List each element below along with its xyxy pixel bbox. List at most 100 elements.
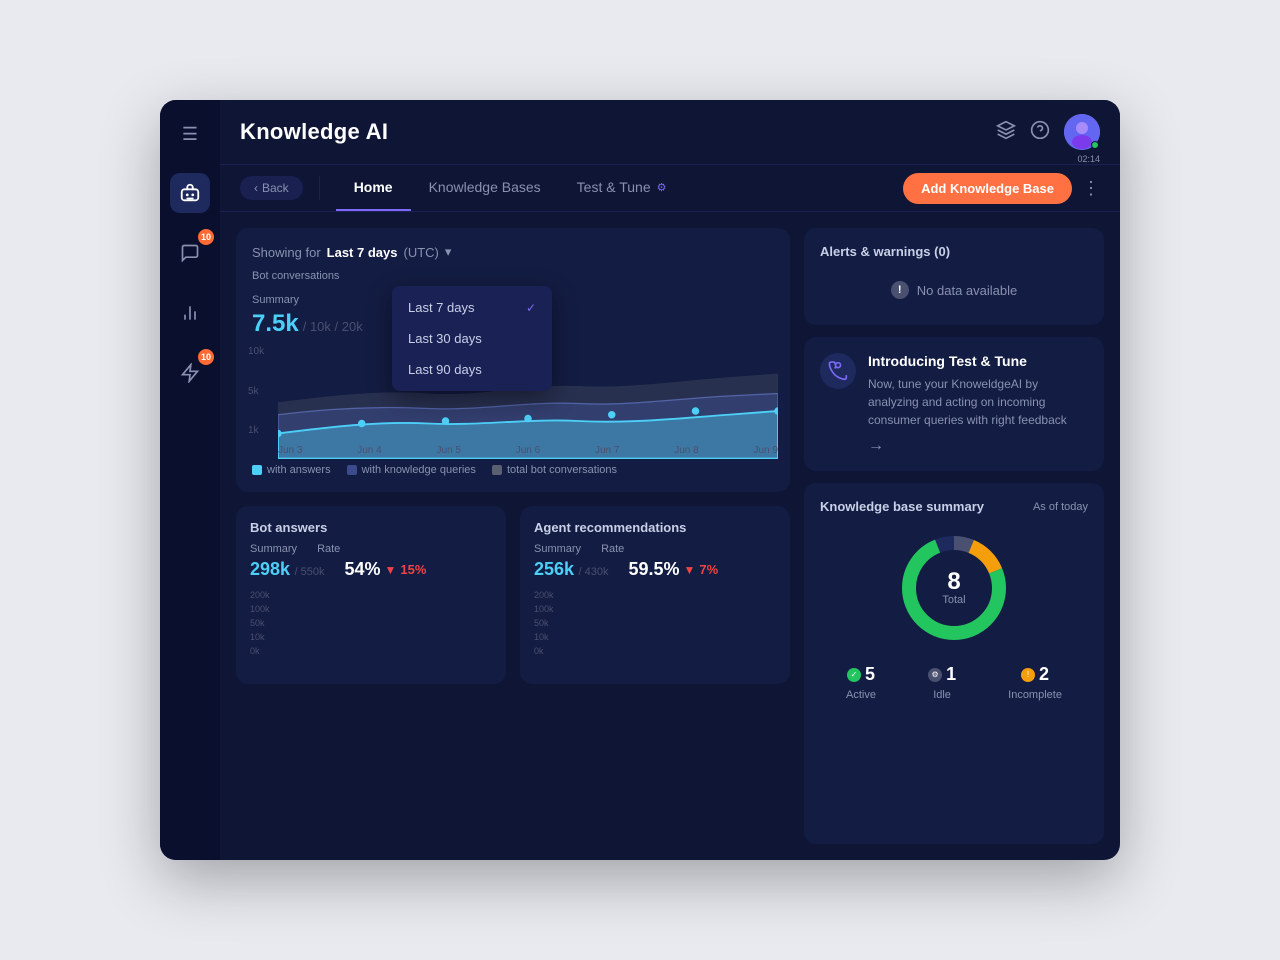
ar-y-labels: 200k 100k 50k 10k 0k <box>534 590 554 656</box>
legend-answers-label: with answers <box>267 464 331 476</box>
kb-stat-incomplete: ! 2 Incomplete <box>1008 664 1062 701</box>
avatar-time: 02:14 <box>1077 154 1100 164</box>
kb-idle-header: ⚙ 1 <box>928 664 956 685</box>
header-right: 02:14 <box>996 114 1100 150</box>
ar-sub: / 430k <box>579 566 609 578</box>
kb-summary-title: Knowledge base summary <box>820 499 984 514</box>
bot-answers-labels: Summary Rate <box>250 543 492 555</box>
hamburger-menu[interactable]: ☰ <box>174 116 206 153</box>
ba-sub: / 550k <box>295 566 325 578</box>
period-dropdown: Last 7 days ✓ Last 30 days Last 90 days <box>392 286 552 391</box>
tab-home[interactable]: Home <box>336 165 411 211</box>
chart-legend: with answers with knowledge queries tota… <box>252 464 774 476</box>
layers-icon[interactable] <box>996 120 1016 145</box>
tune-content: Introducing Test & Tune Now, tune your K… <box>868 353 1088 455</box>
tune-description: Now, tune your KnoweldgeAI by analyzing … <box>868 375 1088 429</box>
showing-for-label: Showing for Last 7 days (UTC) ▾ <box>252 244 451 260</box>
bot-answers-values: 298k / 550k 54% ▼ 15% <box>250 559 492 580</box>
ba-bars <box>286 590 492 656</box>
utc-label: (UTC) <box>403 245 438 260</box>
nav-bar: ‹ Back Home Knowledge Bases Test & Tune … <box>220 165 1120 212</box>
nav-divider <box>319 176 320 200</box>
incomplete-label: Incomplete <box>1008 689 1062 701</box>
agent-rec-values: 256k / 430k 59.5% ▼ 7% <box>534 559 776 580</box>
main-area: Knowledge AI <box>220 100 1120 860</box>
bot-conv-card-title: Bot conversations <box>252 270 339 282</box>
ba-rate-down: ▼ <box>385 563 397 577</box>
kb-active-header: ✓ 5 <box>847 664 875 685</box>
chat-badge: 10 <box>198 229 214 245</box>
agent-recommendations-card: Agent recommendations Summary Rate 256k … <box>520 506 790 684</box>
chart-y-labels: 10k 5k 1k <box>248 346 264 436</box>
avatar-container[interactable]: 02:14 <box>1064 114 1100 150</box>
ar-summary-label: Summary <box>534 543 581 555</box>
agent-rec-labels: Summary Rate <box>534 543 776 555</box>
tune-arrow-link[interactable]: → <box>868 437 1088 455</box>
tab-knowledge-bases-label: Knowledge Bases <box>429 179 541 195</box>
kb-stats-row: ✓ 5 Active ⚙ 1 Idle <box>820 664 1088 701</box>
avatar-online-status <box>1091 141 1099 149</box>
kb-summary-card: Knowledge base summary As of today <box>804 483 1104 844</box>
showing-for-text: Showing for <box>252 245 321 260</box>
ba-summary-val: 298k / 550k <box>250 559 324 580</box>
tune-icon-small: ⚙ <box>657 181 667 194</box>
kb-stat-active: ✓ 5 Active <box>846 664 876 701</box>
bot-conv-summary-value: 7.5k / 10k / 20k <box>252 310 363 338</box>
kb-stat-idle: ⚙ 1 Idle <box>928 664 956 701</box>
alerts-card: Alerts & warnings (0) ! No data availabl… <box>804 228 1104 325</box>
kb-summary-date: As of today <box>1033 501 1088 513</box>
nav-actions: Add Knowledge Base ⋮ <box>903 173 1100 204</box>
donut-chart: 8 Total <box>894 528 1014 648</box>
ar-summary-val: 256k / 430k <box>534 559 608 580</box>
sidebar-item-analytics[interactable] <box>170 293 210 333</box>
kb-summary-header: Knowledge base summary As of today <box>820 499 1088 514</box>
no-data-message: ! No data available <box>820 271 1088 309</box>
chart-x-labels: Jun 3 Jun 4 Jun 5 Jun 6 Jun 7 Jun 8 Jun … <box>278 445 778 456</box>
legend-answers: with answers <box>252 464 331 476</box>
idle-label: Idle <box>933 689 951 701</box>
tune-icon <box>820 353 856 389</box>
bot-conversations-card: Showing for Last 7 days (UTC) ▾ Last 7 d… <box>236 228 790 492</box>
test-tune-card: Introducing Test & Tune Now, tune your K… <box>804 337 1104 471</box>
period-dropdown-arrow[interactable]: ▾ <box>445 244 452 260</box>
agent-rec-chart: 200k 100k 50k 10k 0k <box>534 590 776 670</box>
tab-home-label: Home <box>354 179 393 195</box>
add-knowledge-base-button[interactable]: Add Knowledge Base <box>903 173 1072 204</box>
tab-knowledge-bases[interactable]: Knowledge Bases <box>411 165 559 211</box>
alerts-title: Alerts & warnings (0) <box>820 244 1088 259</box>
more-options-button[interactable]: ⋮ <box>1082 178 1100 199</box>
donut-center: 8 Total <box>942 570 965 606</box>
sidebar-item-chat[interactable]: 10 <box>170 233 210 273</box>
sidebar-item-bot[interactable] <box>170 173 210 213</box>
legend-total-dot <box>492 465 502 475</box>
sidebar-item-actions[interactable]: 10 <box>170 353 210 393</box>
back-arrow-icon: ‹ <box>254 181 258 195</box>
tune-title: Introducing Test & Tune <box>868 353 1088 369</box>
no-data-label: No data available <box>917 283 1017 298</box>
nav-tabs: Home Knowledge Bases Test & Tune ⚙ <box>336 165 903 211</box>
donut-label: Total <box>942 594 965 606</box>
header: Knowledge AI <box>220 100 1120 165</box>
ba-rate-val: 54% ▼ 15% <box>344 559 426 580</box>
back-button[interactable]: ‹ Back <box>240 176 303 200</box>
legend-total-label: total bot conversations <box>507 464 617 476</box>
content-area: Showing for Last 7 days (UTC) ▾ Last 7 d… <box>220 212 1120 860</box>
left-panel: Showing for Last 7 days (UTC) ▾ Last 7 d… <box>236 228 790 844</box>
ar-main: 256k <box>534 559 574 579</box>
legend-knowledge-label: with knowledge queries <box>362 464 476 476</box>
donut-container: 8 Total <box>820 528 1088 648</box>
period-option-90days[interactable]: Last 90 days <box>392 354 552 385</box>
ba-summary-label: Summary <box>250 543 297 555</box>
actions-badge: 10 <box>198 349 214 365</box>
sidebar: ☰ 10 10 <box>160 100 220 860</box>
tab-test-tune[interactable]: Test & Tune ⚙ <box>559 165 685 211</box>
agent-rec-title: Agent recommendations <box>534 520 776 535</box>
period-option-30days[interactable]: Last 30 days <box>392 323 552 354</box>
help-icon[interactable] <box>1030 120 1050 145</box>
active-status-icon: ✓ <box>847 668 861 682</box>
period-option-7days[interactable]: Last 7 days ✓ <box>392 292 552 323</box>
tab-test-tune-label: Test & Tune <box>577 179 651 195</box>
active-label: Active <box>846 689 876 701</box>
bot-answers-card: Bot answers Summary Rate 298k / 550k 54% <box>236 506 506 684</box>
incomplete-count: 2 <box>1039 664 1049 685</box>
